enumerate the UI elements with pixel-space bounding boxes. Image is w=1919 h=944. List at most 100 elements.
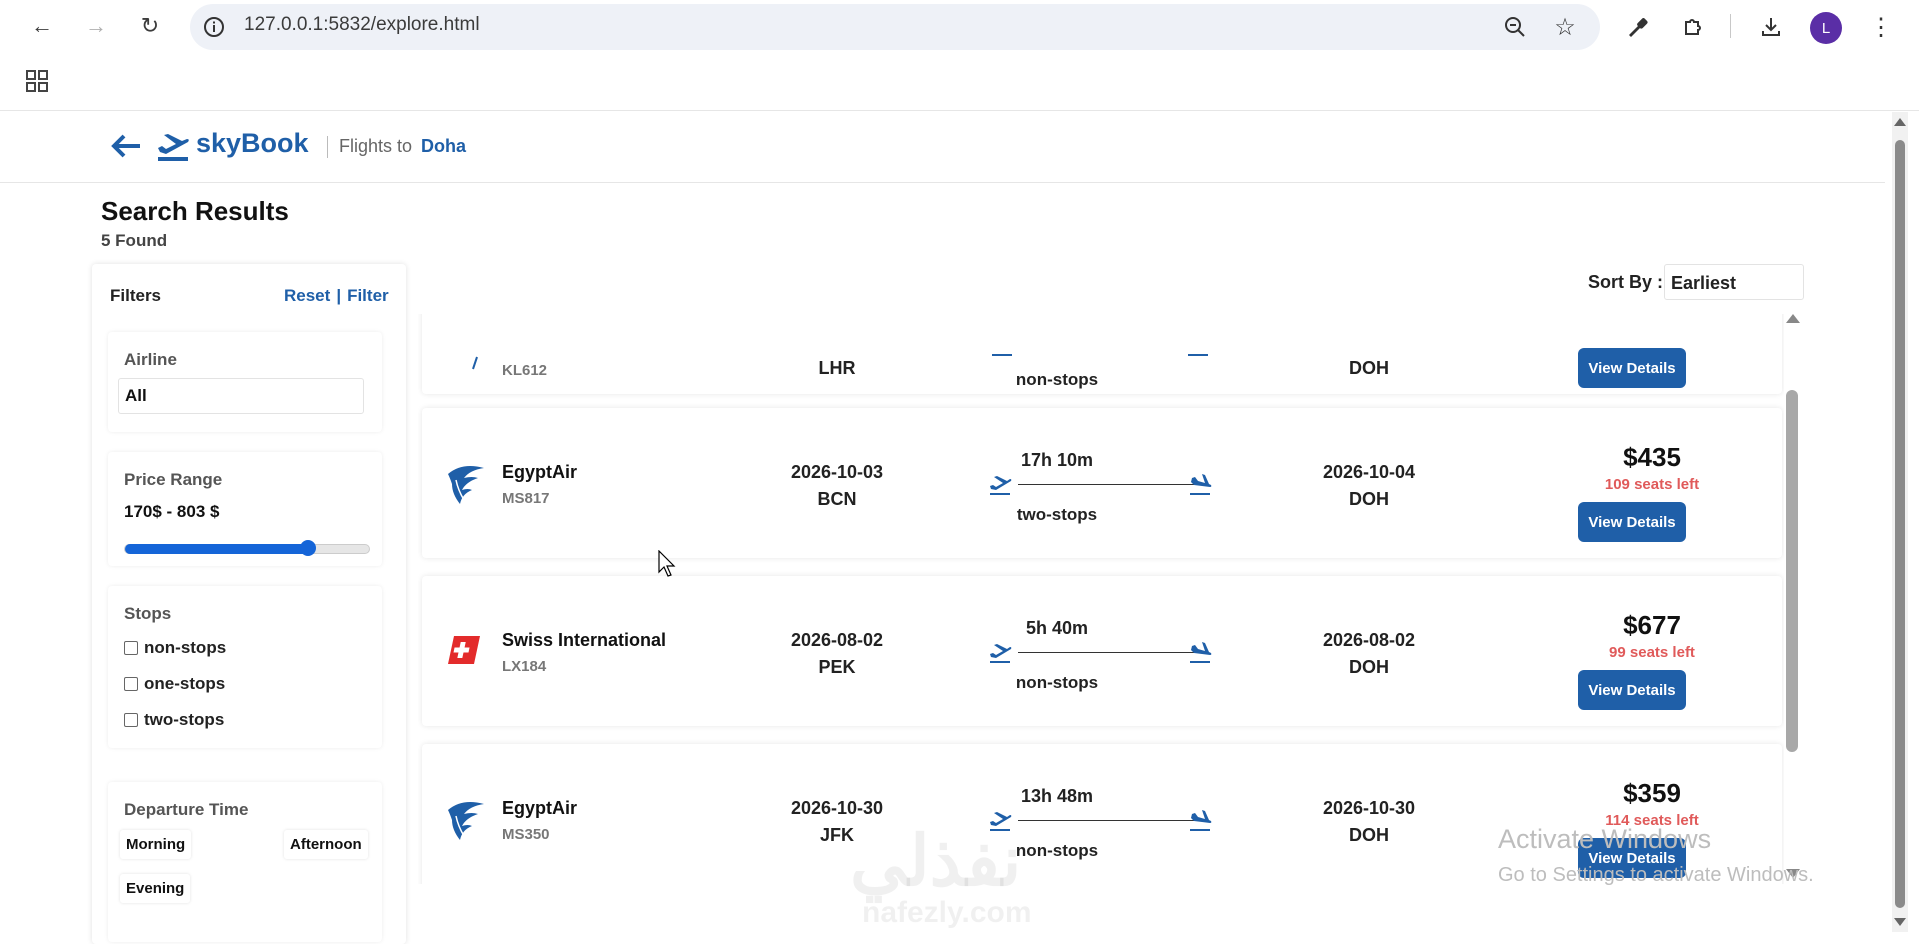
sort-label: Sort By : [1588, 272, 1664, 292]
landing-icon [1188, 640, 1212, 664]
stops-filter-section: Stops non-stops one-stops two-stops [108, 586, 382, 748]
page-scroll-thumb[interactable] [1895, 140, 1905, 908]
flight-number: LX184 [502, 658, 547, 675]
arrival-code: DOH [1349, 489, 1389, 509]
reset-link[interactable]: Reset [284, 286, 330, 306]
page-scroll-up-icon[interactable] [1894, 118, 1906, 126]
site-info-icon[interactable] [202, 15, 226, 39]
list-scrollbar[interactable] [1784, 314, 1800, 884]
stops-label: Stops [124, 604, 172, 623]
flight-card: EgyptAir MS817 2026-10-03 BCN 17h 10m tw… [422, 408, 1782, 558]
departure-code: BCN [817, 489, 857, 509]
filter-actions: Reset | Filter [284, 286, 389, 306]
airline-label: Airline [124, 350, 177, 369]
departure-date: 2026-10-30 [790, 798, 884, 818]
flights-list[interactable]: KL612 LHR non-stops DOH View Details Egy… [418, 314, 1784, 884]
results-count: 5 Found [101, 231, 168, 250]
checkbox[interactable] [124, 641, 138, 655]
list-scroll-thumb[interactable] [1786, 390, 1798, 752]
url-text[interactable]: 127.0.0.1:5832/explore.html [244, 14, 480, 36]
site-watermark-url: nafezly.com [862, 896, 1032, 929]
egyptair-logo-icon [442, 460, 490, 508]
filters-panel: Filters Reset | Filter Airline All Price… [92, 264, 406, 944]
view-details-button[interactable]: View Details [1578, 502, 1686, 542]
checkbox[interactable] [124, 677, 138, 691]
stops-option-one-stops[interactable]: one-stops [124, 674, 225, 694]
route-dash-right [1188, 354, 1208, 356]
price-slider-thumb[interactable] [300, 540, 316, 556]
stops-label: two-stops [1016, 505, 1098, 524]
airline-name: Swiss International [502, 630, 667, 650]
extensions-icon[interactable] [1678, 12, 1708, 42]
scroll-up-arrow-icon[interactable] [1786, 314, 1800, 323]
flight-number: KL612 [502, 362, 548, 379]
page-scroll-down-icon[interactable] [1894, 918, 1906, 926]
back-icon[interactable]: ← [24, 8, 60, 44]
checkbox[interactable] [124, 713, 138, 727]
reload-icon[interactable]: ↻ [132, 8, 168, 44]
more-menu-icon[interactable]: ⋮ [1866, 12, 1896, 42]
option-label: one-stops [144, 674, 226, 693]
departure-chip-evening[interactable]: Evening [120, 874, 191, 903]
price-slider-track[interactable] [124, 540, 370, 556]
airline-select[interactable]: All [118, 378, 364, 414]
apps-grid-icon[interactable] [24, 68, 50, 99]
price: $435 [1623, 442, 1681, 472]
airline-name: EgyptAir [502, 462, 578, 482]
header-divider [327, 136, 328, 158]
departure-filter-section: Departure Time Morning Afternoon Evening [108, 782, 382, 942]
site-watermark-logo: نفذلي [850, 822, 1022, 900]
seats-left: 109 seats left [1604, 476, 1700, 493]
departure-chip-morning[interactable]: Morning [120, 830, 192, 859]
airline-name: EgyptAir [502, 798, 578, 818]
page-scrollbar[interactable] [1892, 112, 1908, 932]
price-slider-fill [125, 544, 308, 554]
download-icon[interactable] [1756, 12, 1786, 42]
klm-logo-icon [470, 356, 480, 375]
departure-code: LHR [818, 358, 856, 378]
zoom-icon[interactable] [1502, 14, 1528, 40]
departure-date: 2026-08-02 [790, 630, 884, 650]
plane-logo-icon [156, 132, 190, 167]
filter-link[interactable]: Filter [347, 286, 389, 306]
filters-title: Filters [110, 286, 162, 305]
browser-toolbar: ← → ↻ 127.0.0.1:5832/explore.html ☆ L ⋮ [0, 0, 1919, 52]
eyedropper-icon[interactable] [1622, 12, 1652, 42]
price: $359 [1623, 778, 1681, 808]
forward-icon[interactable]: → [78, 8, 114, 44]
activate-windows-title: Activate Windows [1498, 824, 1712, 854]
flights-to-label: Flights to [339, 136, 413, 156]
back-arrow-icon[interactable] [110, 132, 142, 165]
sort-select[interactable]: Earliest [1664, 264, 1804, 300]
bookmark-star-icon[interactable]: ☆ [1550, 12, 1580, 42]
price-range-label: Price Range [124, 470, 223, 489]
mouse-cursor-icon [658, 549, 676, 583]
arrival-date: 2026-10-04 [1322, 462, 1416, 482]
arrival-date: 2026-10-30 [1322, 798, 1416, 818]
departure-chip-afternoon[interactable]: Afternoon [284, 830, 368, 859]
egyptair-logo-icon [442, 796, 490, 844]
view-details-button[interactable]: View Details [1578, 348, 1686, 388]
page-title: Search Results [101, 196, 289, 226]
route-line [1018, 652, 1208, 653]
landing-icon [1188, 472, 1212, 496]
airline-filter-section: Airline All [108, 332, 382, 432]
price-filter-section: Price Range 170$ - 803 $ [108, 452, 382, 566]
view-details-button[interactable]: View Details [1578, 670, 1686, 710]
stops-option-non-stops[interactable]: non-stops [124, 638, 226, 658]
brand-name[interactable]: skyBook [196, 128, 309, 159]
arrival-code: DOH [1349, 657, 1389, 677]
price-range-value: 170$ - 803 $ [124, 502, 220, 521]
stops-label: non-stops [1015, 370, 1099, 389]
profile-avatar[interactable]: L [1810, 12, 1842, 44]
arrival-code: DOH [1349, 825, 1389, 845]
flight-card: EgyptAir MS350 2026-10-30 JFK 13h 48m no… [422, 744, 1782, 884]
route-line [1018, 820, 1208, 821]
option-label: two-stops [144, 710, 225, 729]
route-line [1018, 484, 1208, 485]
departure-date: 2026-10-03 [790, 462, 884, 482]
bookmarks-bar [0, 52, 1919, 111]
arrival-date: 2026-08-02 [1322, 630, 1416, 650]
actions-separator: | [336, 286, 342, 305]
stops-option-two-stops[interactable]: two-stops [124, 710, 224, 730]
